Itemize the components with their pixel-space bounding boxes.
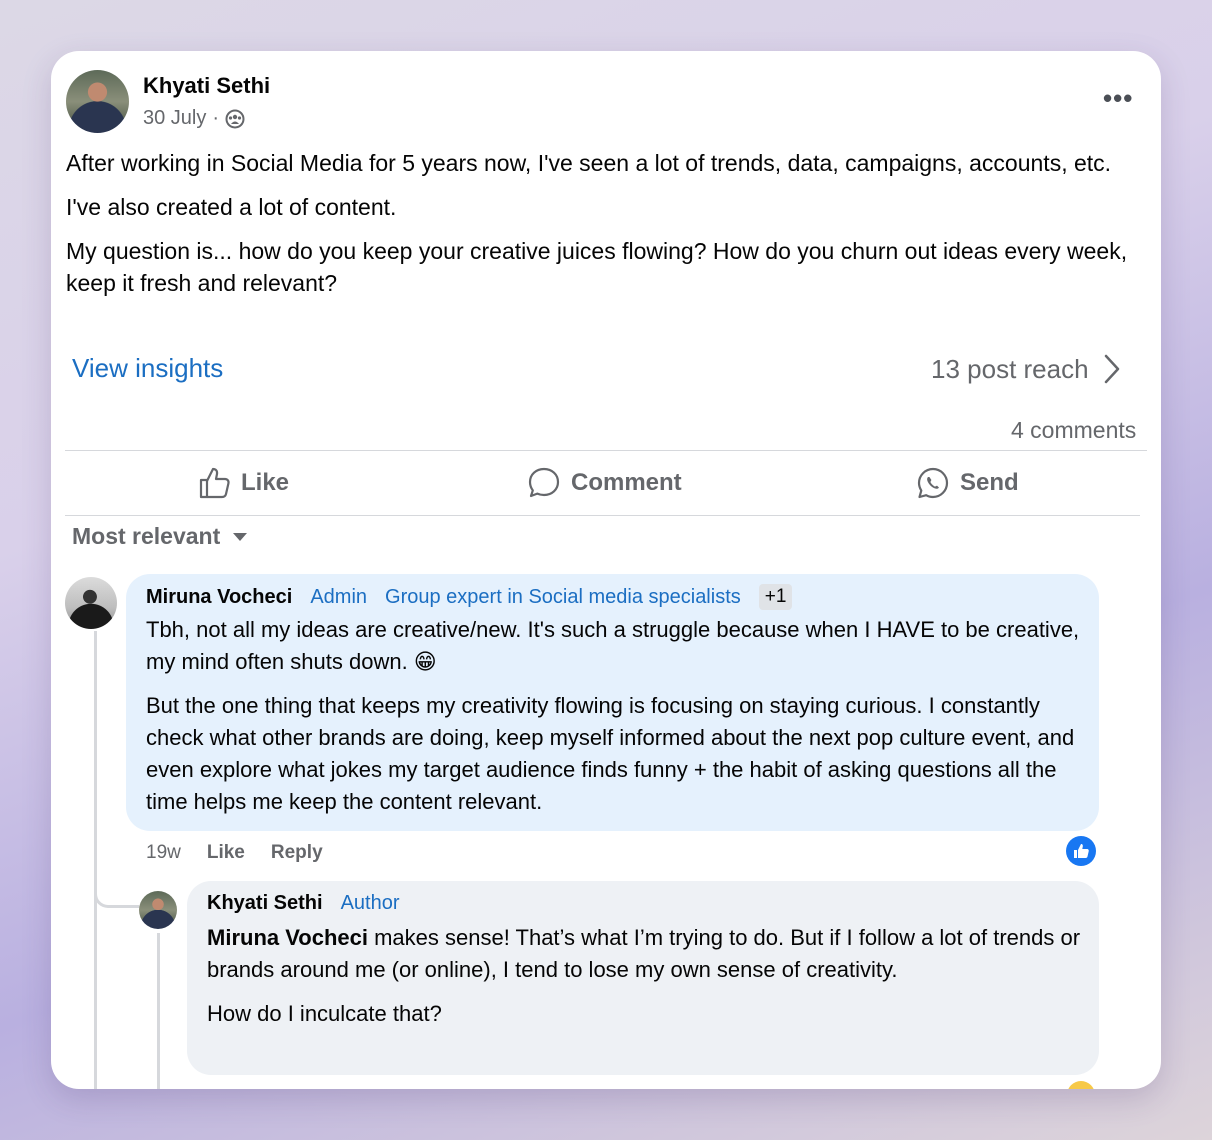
thumbs-up-icon <box>199 467 230 499</box>
post-card: Khyati Sethi 30 July · ••• After working… <box>51 51 1161 1089</box>
comment-icon <box>528 467 560 498</box>
comment-like-button[interactable]: Like <box>207 842 245 864</box>
thread-line <box>94 631 97 1089</box>
comment-paragraph: Tbh, not all my ideas are creative/new. … <box>146 617 1080 674</box>
commenter-name[interactable]: Miruna Vocheci <box>146 586 292 609</box>
reply-avatar[interactable] <box>139 891 177 929</box>
thumbs-up-icon <box>1074 844 1089 858</box>
divider <box>65 515 1140 516</box>
comments-count[interactable]: 4 comments <box>1011 417 1136 444</box>
more-options-icon[interactable]: ••• <box>1103 83 1133 114</box>
thread-connector <box>94 871 139 908</box>
view-insights-link[interactable]: View insights <box>72 353 223 384</box>
author-name[interactable]: Khyati Sethi <box>143 73 270 99</box>
caret-down-icon <box>233 532 248 541</box>
post-body: After working in Social Media for 5 year… <box>66 147 1146 311</box>
thread-line <box>157 933 160 1089</box>
admin-badge: Admin <box>310 585 368 608</box>
comment-label: Comment <box>571 469 682 496</box>
send-button[interactable]: Send <box>916 463 1019 503</box>
post-paragraph: I've also created a lot of content. <box>66 194 397 220</box>
group-expert-badge[interactable]: Group expert in Social media specialists <box>385 586 741 609</box>
whatsapp-icon <box>917 467 949 499</box>
post-paragraph: My question is... how do you keep your c… <box>66 238 1128 296</box>
post-reach-label: 13 post reach <box>931 353 1089 384</box>
comment-text: Tbh, not all my ideas are creative/new. … <box>146 614 1086 830</box>
comment-reply-button[interactable]: Reply <box>271 842 323 864</box>
comment-paragraph: But the one thing that keeps my creativi… <box>146 693 1075 814</box>
post-meta: 30 July · <box>143 107 245 130</box>
post-date[interactable]: 30 July <box>143 107 206 130</box>
send-label: Send <box>960 469 1019 496</box>
comment-meta: 19w Like Reply <box>146 842 323 864</box>
post-paragraph: After working in Social Media for 5 year… <box>66 150 1112 176</box>
mention-link[interactable]: Miruna Vocheci <box>207 925 368 950</box>
commenter-avatar[interactable] <box>65 577 117 629</box>
emoji-reaction-icon[interactable] <box>1067 1081 1095 1089</box>
chevron-right-icon <box>1104 354 1119 384</box>
comment-button[interactable]: Comment <box>527 463 682 503</box>
meta-separator: · <box>212 107 220 129</box>
sort-label: Most relevant <box>72 523 221 549</box>
sort-dropdown[interactable]: Most relevant <box>72 523 248 550</box>
author-avatar[interactable] <box>66 70 129 133</box>
group-audience-icon <box>225 109 245 128</box>
post-reach-link[interactable]: 13 post reach <box>931 353 1121 385</box>
author-badge: Author <box>340 892 400 914</box>
reply-text: Miruna Vocheci makes sense! That’s what … <box>207 922 1087 1042</box>
divider <box>65 450 1147 451</box>
like-button[interactable]: Like <box>197 463 289 503</box>
comment-time[interactable]: 19w <box>146 842 181 864</box>
more-badges-button[interactable]: +1 <box>758 584 793 610</box>
comment-header: Miruna Vocheci Admin Group expert in Soc… <box>146 584 793 610</box>
like-label: Like <box>241 469 290 496</box>
like-reaction-icon[interactable] <box>1066 836 1096 866</box>
reply-paragraph: How do I inculcate that? <box>207 1001 442 1026</box>
reply-header: Khyati Sethi Author <box>207 892 400 915</box>
reply-author-name[interactable]: Khyati Sethi <box>207 892 323 915</box>
